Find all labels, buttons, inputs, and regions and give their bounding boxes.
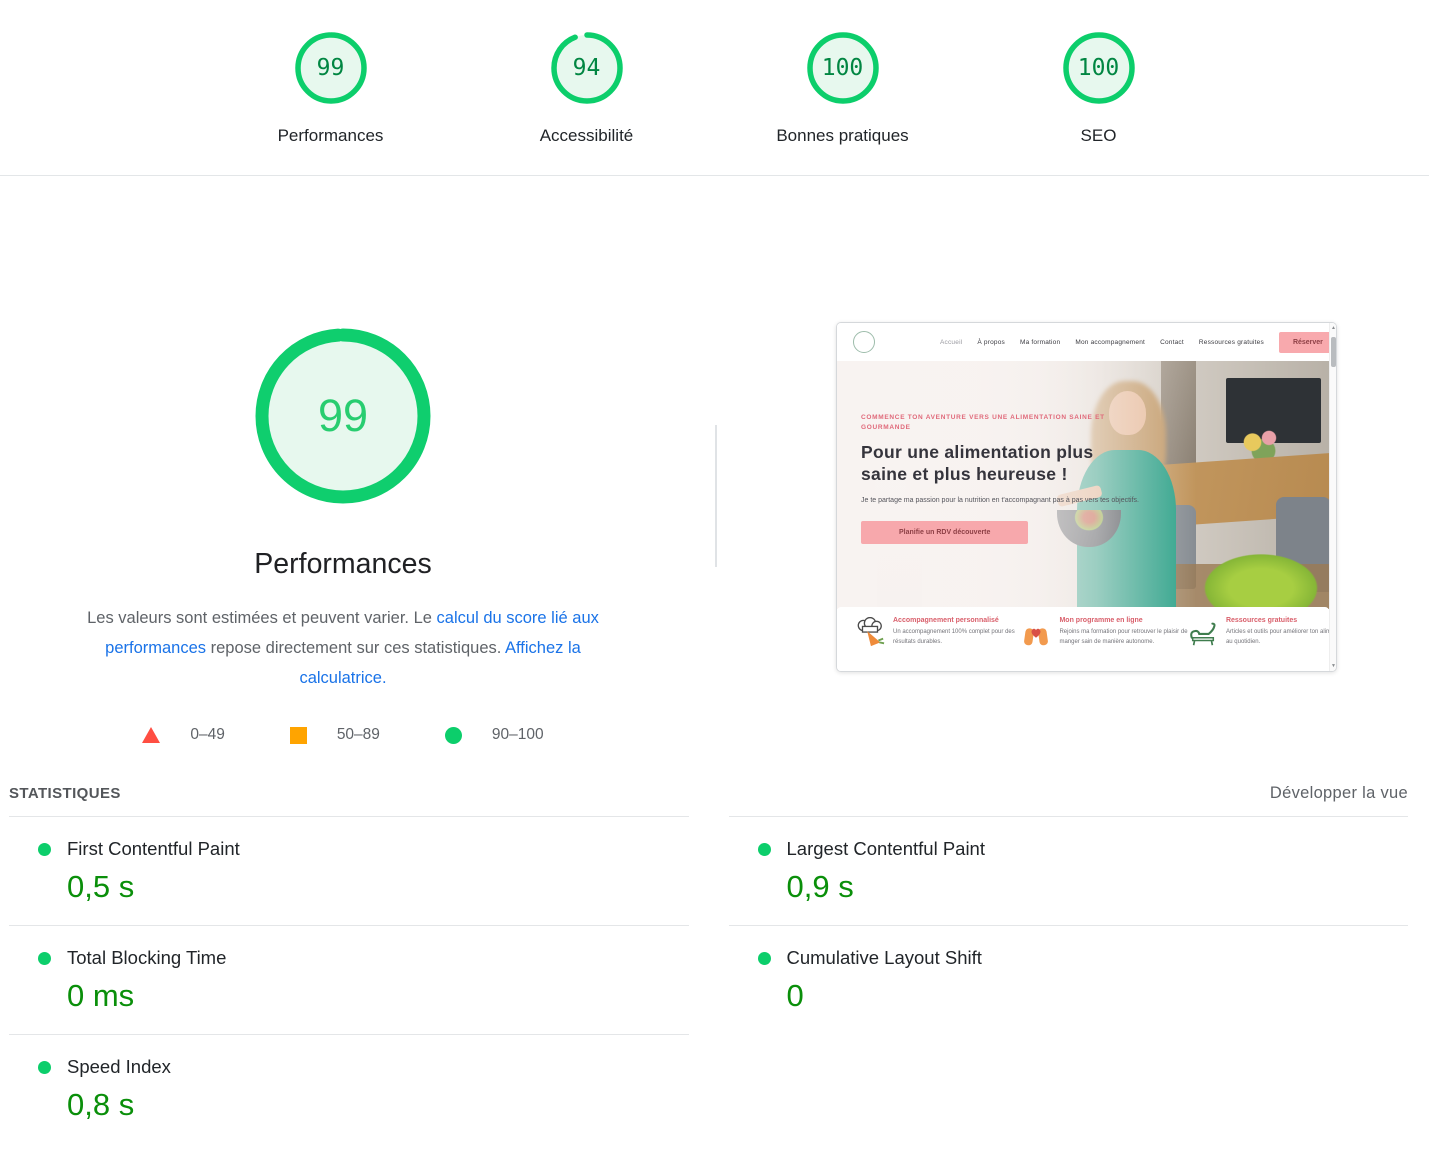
thumb-nav-link: À propos: [977, 338, 1005, 346]
feature-card: Mon programme en ligne Rejoins ma format…: [1021, 617, 1188, 649]
metric-largest-contentful-paint: Largest Contentful Paint 0,9 s: [728, 816, 1408, 925]
hero-text-block: COMMENCE TON AVENTURE VERS UNE ALIMENTAT…: [861, 413, 1166, 545]
hero-subtitle: Je te partage ma passion pour la nutriti…: [861, 496, 1139, 504]
hero-cta-button: Planifie un RDV découverte: [861, 521, 1029, 545]
score-gauge: 100: [1062, 31, 1136, 105]
feature-card-body: Rejoins ma formation pour retrouver le p…: [1059, 629, 1188, 645]
category-summary-bar: 99 Performances 94 Accessibilité 100 Bon…: [0, 0, 1429, 176]
red-triangle-icon: [142, 727, 161, 743]
metric-first-contentful-paint: First Contentful Paint 0,5 s: [9, 816, 689, 925]
good-score-dot-icon: [757, 951, 771, 965]
metric-cumulative-layout-shift: Cumulative Layout Shift 0: [728, 925, 1408, 1034]
thumbnail-scrollbar: ▲ ▼: [1329, 323, 1336, 671]
performance-main-gauge: 99: [255, 328, 431, 504]
feature-card-text: Accompagnement personnalisé Un accompagn…: [893, 617, 1023, 649]
legend-range-label: 50–89: [336, 726, 380, 743]
score-gauge: 100: [806, 31, 880, 105]
good-score-dot-icon: [38, 1060, 51, 1074]
legend-range-label: 0–49: [190, 726, 225, 743]
legend-range-fail: 0–49: [142, 726, 225, 744]
thumb-nav-link: Mon accompagnement: [1075, 338, 1146, 346]
category-label: Accessibilité: [539, 126, 634, 145]
good-score-dot-icon: [38, 842, 51, 856]
statistics-heading: STATISTIQUES: [9, 784, 121, 802]
thumbnail-hero: COMMENCE TON AVENTURE VERS UNE ALIMENTAT…: [837, 361, 1336, 609]
metric-value: 0,8 s: [67, 1087, 135, 1122]
site-logo: [853, 331, 875, 353]
score-range-legend: 0–49 50–89 90–100: [63, 726, 623, 744]
metrics-grid: First Contentful Paint 0,5 s Largest Con…: [9, 816, 1408, 1143]
category-gauge-accessibilite[interactable]: 94 Accessibilité: [512, 31, 662, 146]
score-gauge: 94: [550, 31, 624, 105]
performance-summary-column: 99 Performances Les valeurs sont estimée…: [63, 176, 623, 744]
metric-speed-index: Speed Index 0,8 s: [9, 1034, 689, 1143]
dachshund-dog-icon: [1190, 622, 1216, 646]
scrollbar-thumb: [1331, 337, 1336, 367]
legend-range-average: 50–89: [289, 726, 380, 744]
orange-square-icon: [289, 726, 307, 744]
metric-value: 0: [786, 978, 804, 1013]
metric-name: Largest Contentful Paint: [786, 838, 986, 859]
hands-heart-icon: [1024, 628, 1049, 646]
feature-card-title: Ressources gratuites: [1225, 617, 1298, 624]
statistics-section: STATISTIQUES Développer la vue First Con…: [0, 770, 1429, 1143]
score-value: 100: [1077, 55, 1120, 81]
metric-empty-cell: [729, 1034, 1409, 1143]
metric-name: Speed Index: [67, 1056, 171, 1077]
legend-range-good: 90–100: [444, 726, 544, 744]
chef-hat-carrot-icon: [857, 617, 885, 647]
good-score-dot-icon: [757, 842, 771, 856]
statistics-header: STATISTIQUES Développer la vue: [9, 770, 1408, 816]
score-value: 99: [316, 55, 345, 81]
thumb-nav-link: Accueil: [940, 338, 963, 346]
score-gauge: 99: [294, 31, 368, 105]
metric-name: First Contentful Paint: [67, 838, 240, 859]
hero-title: Pour une alimentation plus saine et plus…: [861, 441, 1094, 485]
metric-name: Total Blocking Time: [67, 947, 227, 968]
hero-eyebrow: COMMENCE TON AVENTURE VERS UNE ALIMENTAT…: [861, 414, 1105, 432]
vertical-divider: [715, 425, 717, 567]
thumb-nav-link: Ressources gratuites: [1198, 338, 1264, 346]
description-text: repose directement sur ces statistiques.: [206, 639, 506, 657]
expand-view-button[interactable]: Développer la vue: [1270, 784, 1408, 803]
category-gauge-seo[interactable]: 100 SEO: [1024, 31, 1174, 146]
feature-card-title: Mon programme en ligne: [1059, 617, 1143, 624]
category-gauge-bonnes-pratiques[interactable]: 100 Bonnes pratiques: [768, 31, 918, 146]
scroll-down-arrow-icon: ▼: [1331, 663, 1336, 669]
good-score-dot-icon: [38, 951, 51, 965]
feature-card-title: Accompagnement personnalisé: [893, 617, 999, 624]
feature-card-body: Un accompagnement 100% complet pour des …: [893, 629, 1015, 645]
category-label: Bonnes pratiques: [776, 126, 909, 145]
green-circle-icon: [444, 726, 462, 744]
description-text: Les valeurs sont estimées et peuvent var…: [87, 609, 437, 627]
category-gauge-performances[interactable]: 99 Performances: [256, 31, 406, 146]
score-value: 100: [821, 55, 864, 81]
scroll-up-arrow-icon: ▲: [1331, 325, 1336, 331]
category-label: Performances: [277, 126, 384, 145]
page-screenshot-thumbnail[interactable]: Accueil À propos Ma formation Mon accomp…: [836, 322, 1337, 672]
feature-card-body: Articles et outils pour améliorer ton al…: [1225, 629, 1336, 645]
category-label: SEO: [1080, 126, 1117, 145]
legend-range-label: 90–100: [491, 726, 544, 743]
performance-score-value: 99: [317, 390, 369, 441]
performance-title: Performances: [254, 548, 432, 580]
feature-card-text: Ressources gratuites Articles et outils …: [1225, 617, 1336, 649]
feature-card: Ressources gratuites Articles et outils …: [1188, 617, 1336, 649]
score-value: 94: [572, 55, 601, 81]
metric-total-blocking-time: Total Blocking Time 0 ms: [9, 925, 689, 1034]
metric-value: 0,9 s: [786, 869, 854, 904]
thumb-nav-link: Ma formation: [1019, 338, 1061, 346]
metric-value: 0,5 s: [67, 869, 135, 904]
metric-name: Cumulative Layout Shift: [786, 947, 982, 968]
performance-section: 99 Performances Les valeurs sont estimée…: [0, 176, 1429, 770]
thumbnail-feature-cards: Accompagnement personnalisé Un accompagn…: [837, 607, 1336, 671]
feature-card-text: Mon programme en ligne Rejoins ma format…: [1059, 617, 1189, 649]
thumbnail-navbar: Accueil À propos Ma formation Mon accomp…: [837, 323, 1336, 361]
feature-card: Accompagnement personnalisé Un accompagn…: [855, 617, 1015, 649]
performance-description: Les valeurs sont estimées et peuvent var…: [67, 603, 619, 693]
metric-value: 0 ms: [67, 978, 135, 1013]
thumb-nav-link: Contact: [1160, 338, 1184, 346]
